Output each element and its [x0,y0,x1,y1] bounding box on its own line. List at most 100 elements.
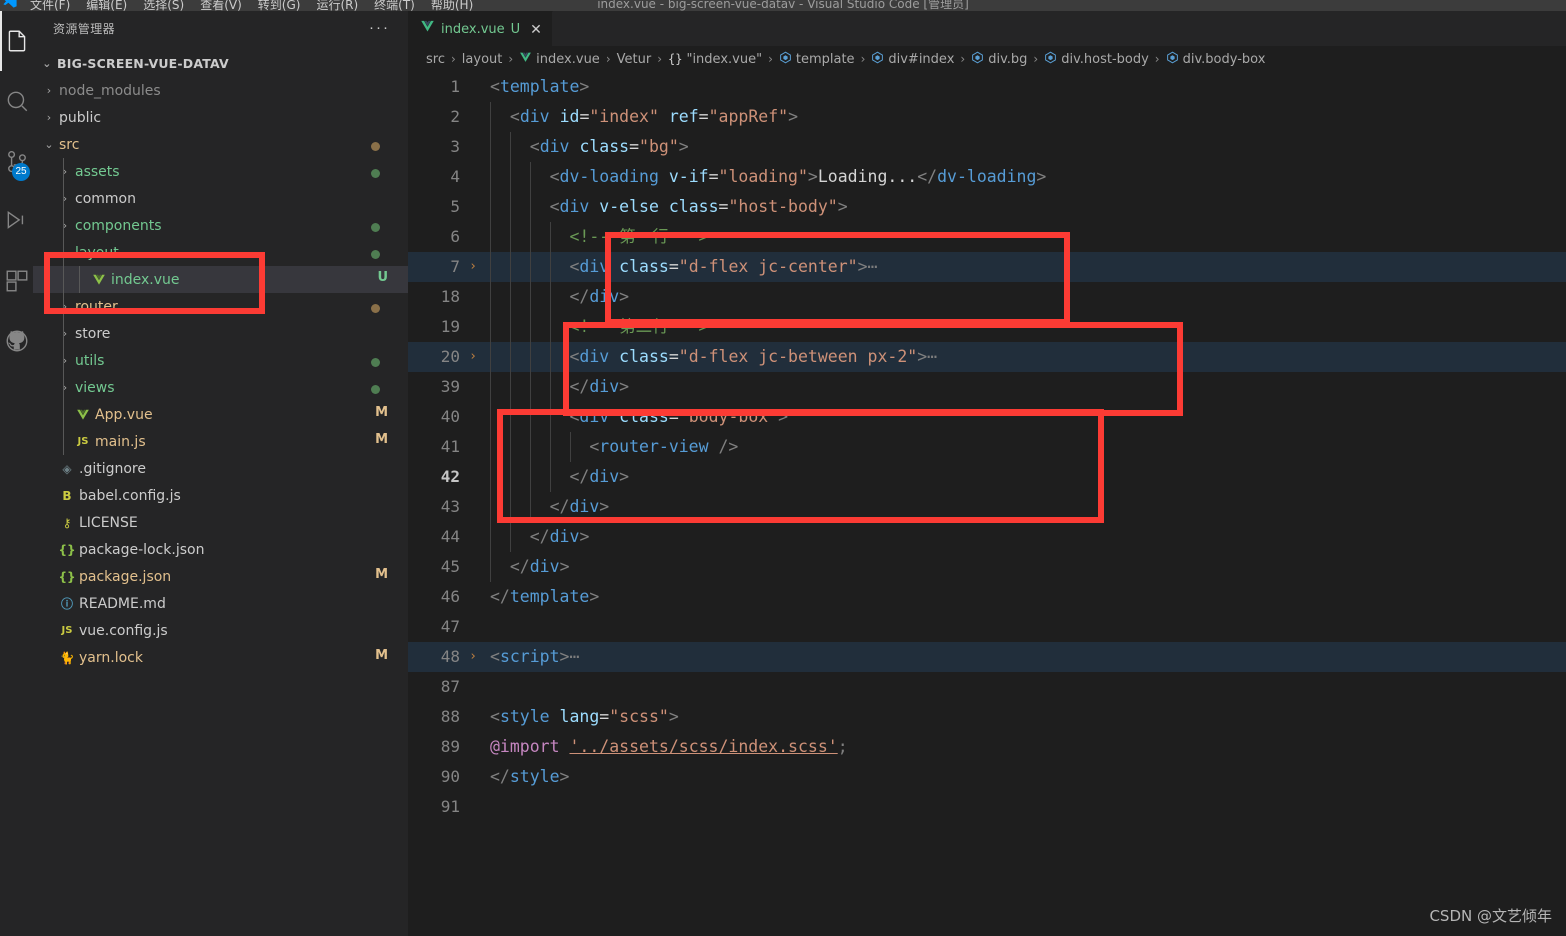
tab-label: index.vue [441,22,505,37]
tree-item-router[interactable]: ›router [33,293,408,320]
code-line-88[interactable]: 88<style lang="scss"> [408,702,1566,732]
breadcrumb-item-div-bg[interactable]: div.bg [971,51,1027,68]
code-line-2[interactable]: 2 <div id="index" ref="appRef"> [408,102,1566,132]
code-line-19[interactable]: 19 <!-- 第二行 --> [408,312,1566,342]
tree-item-src[interactable]: ⌄src [33,131,408,158]
tree-item-package-lock-json[interactable]: {}package-lock.json [33,536,408,563]
tree-root-folder[interactable]: ⌄ BIG-SCREEN-VUE-DATAV [33,50,408,77]
line-number: 6 [408,222,460,252]
chevron-right-icon[interactable]: › [41,111,57,124]
chevron-right-icon[interactable]: › [57,219,73,232]
explorer-more-actions-icon[interactable]: ··· [369,21,390,35]
code-line-45[interactable]: 45 </div> [408,552,1566,582]
tree-item-node-modules[interactable]: ›node_modules [33,77,408,104]
activity-explorer[interactable] [0,11,33,71]
tree-item-babel-config-js[interactable]: Bbabel.config.js [33,482,408,509]
code-line-48[interactable]: 48›<script>⋯ [408,642,1566,672]
activity-source-control[interactable]: 25 [0,131,33,191]
tree-item-app-vue[interactable]: App.vueM [33,401,408,428]
code-line-text: <div id="index" ref="appRef"> [490,102,798,132]
line-number: 89 [408,732,460,762]
chevron-right-icon[interactable]: › [57,300,73,313]
git-status-dot [371,385,380,394]
breadcrumb-item-src[interactable]: src [426,52,445,67]
activity-search[interactable] [0,71,33,131]
tree-item-layout[interactable]: ⌄layout [33,239,408,266]
code-line-20[interactable]: 20› <div class="d-flex jc-between px-2">… [408,342,1566,372]
tree-item-store[interactable]: ›store [33,320,408,347]
breadcrumb-label: div.host-body [1061,52,1149,67]
tree-item-common[interactable]: ›common [33,185,408,212]
code-line-text: <template> [490,72,589,102]
tree-item-main-js[interactable]: JSmain.jsM [33,428,408,455]
code-line-1[interactable]: 1<template> [408,72,1566,102]
code-line-46[interactable]: 46</template> [408,582,1566,612]
code-line-18[interactable]: 18 </div> [408,282,1566,312]
tree-item-public[interactable]: ›public [33,104,408,131]
code-line-43[interactable]: 43 </div> [408,492,1566,522]
breadcrumb-item-layout[interactable]: layout [462,52,503,67]
code-line-87[interactable]: 87 [408,672,1566,702]
code-line-5[interactable]: 5 <div v-else class="host-body"> [408,192,1566,222]
code-line-41[interactable]: 41 <router-view /> [408,432,1566,462]
indent-guide [63,347,64,374]
code-line-39[interactable]: 39 </div> [408,372,1566,402]
symbol-field-icon [1166,51,1179,68]
code-line-44[interactable]: 44 </div> [408,522,1566,552]
fold-chevron-right-icon[interactable]: › [466,642,480,672]
code-line-40[interactable]: 40 <div class="body-box"> [408,402,1566,432]
code-line-42[interactable]: 42 </div> [408,462,1566,492]
code-line-text: </div> [490,492,609,522]
file-tree[interactable]: ⌄ BIG-SCREEN-VUE-DATAV ›node_modules›pub… [33,46,408,671]
code-line-89[interactable]: 89@import '../assets/scss/index.scss'; [408,732,1566,762]
fold-chevron-right-icon[interactable]: › [466,252,480,282]
activity-run-debug[interactable] [0,191,33,251]
breadcrumb-item-div-host-body[interactable]: div.host-body [1044,51,1149,68]
activity-github[interactable] [0,311,33,371]
chevron-right-icon[interactable]: › [57,192,73,205]
tree-item-utils[interactable]: ›utils [33,347,408,374]
code-line-6[interactable]: 6 <!-- 第一行 --> [408,222,1566,252]
close-icon[interactable]: ✕ [526,21,542,38]
breadcrumb-item-div-index[interactable]: div#index [871,51,954,68]
breadcrumb-item-index-vue[interactable]: index.vue [519,51,600,68]
breadcrumb-label: index.vue [536,52,600,67]
code-line-3[interactable]: 3 <div class="bg"> [408,132,1566,162]
chevron-right-icon[interactable]: › [57,381,73,394]
chevron-right-icon[interactable]: › [41,84,57,97]
tree-item-yarn-lock[interactable]: 🐈yarn.lockM [33,644,408,671]
breadcrumb-item-index-vue-symbol[interactable]: {} "index.vue" [668,52,762,67]
editor-area: index.vue U ✕ src › layout › index.vue ›… [408,11,1566,936]
chevron-down-icon[interactable]: ⌄ [41,138,57,151]
tree-item-readme-md[interactable]: ⓘREADME.md [33,590,408,617]
vue-file-icon [420,19,435,39]
code-line-90[interactable]: 90</style> [408,762,1566,792]
code-line-47[interactable]: 47 [408,612,1566,642]
chevron-right-icon[interactable]: › [57,327,73,340]
license-file-icon: ⚷ [57,517,77,529]
tree-item-components[interactable]: ›components [33,212,408,239]
code-line-text: <div class="d-flex jc-center">⋯ [490,252,878,282]
tree-item-views[interactable]: ›views [33,374,408,401]
tree-item--gitignore[interactable]: ◈.gitignore [33,455,408,482]
activity-extensions[interactable] [0,251,33,311]
chevron-right-icon[interactable]: › [57,354,73,367]
code-line-91[interactable]: 91 [408,792,1566,822]
vue-file-icon [73,408,93,422]
code-line-4[interactable]: 4 <dv-loading v-if="loading">Loading...<… [408,162,1566,192]
breadcrumb-item-template[interactable]: template [779,51,855,68]
tree-item-index-vue[interactable]: index.vueU [33,266,408,293]
tab-index-vue[interactable]: index.vue U ✕ [408,11,553,46]
breadcrumb[interactable]: src › layout › index.vue › Vetur › {} "i… [408,46,1566,72]
breadcrumb-item-div-body-box[interactable]: div.body-box [1166,51,1266,68]
code-line-7[interactable]: 7› <div class="d-flex jc-center">⋯ [408,252,1566,282]
tree-item-vue-config-js[interactable]: JSvue.config.js [33,617,408,644]
chevron-down-icon[interactable]: ⌄ [57,246,73,259]
tree-item-license[interactable]: ⚷LICENSE [33,509,408,536]
breadcrumb-item-vetur[interactable]: Vetur [617,52,652,67]
chevron-right-icon[interactable]: › [57,165,73,178]
tree-item-package-json[interactable]: {}package.jsonM [33,563,408,590]
code-editor[interactable]: 1<template>2 <div id="index" ref="appRef… [408,72,1566,936]
fold-chevron-right-icon[interactable]: › [466,342,480,372]
tree-item-assets[interactable]: ›assets [33,158,408,185]
